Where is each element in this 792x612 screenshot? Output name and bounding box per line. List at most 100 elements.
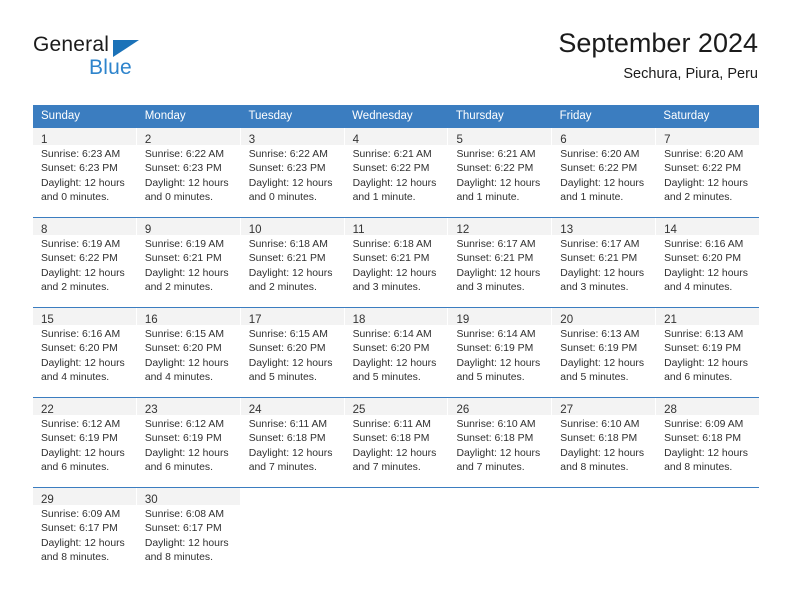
day-details: Sunrise: 6:20 AM Sunset: 6:22 PM Dayligh… (656, 145, 759, 205)
day-details: Sunrise: 6:18 AM Sunset: 6:21 PM Dayligh… (241, 235, 344, 295)
day-number: 10 (248, 224, 262, 236)
daylight-text-line2: and 7 minutes. (248, 461, 317, 473)
calendar-day-cell-26[interactable]: 26 Sunrise: 6:10 AM Sunset: 6:18 PM Dayl… (448, 398, 553, 487)
calendar-day-cell-11[interactable]: 11 Sunrise: 6:18 AM Sunset: 6:21 PM Dayl… (344, 218, 449, 307)
calendar-day-cell-empty (344, 488, 449, 577)
daylight-text-line2: and 5 minutes. (560, 371, 629, 383)
day-number-band: 13 (552, 218, 656, 236)
sunset-text: Sunset: 6:17 PM (41, 523, 118, 535)
day-number-band: 19 (448, 308, 552, 326)
sunset-text: Sunset: 6:21 PM (248, 253, 326, 265)
calendar-day-cell-16[interactable]: 16 Sunrise: 6:15 AM Sunset: 6:20 PM Dayl… (136, 308, 241, 397)
daylight-text-line2: and 0 minutes. (248, 191, 317, 203)
day-number: 16 (144, 314, 158, 326)
daylight-text-line1: Daylight: 12 hours (352, 447, 437, 459)
calendar-day-cell-27[interactable]: 27 Sunrise: 6:10 AM Sunset: 6:18 PM Dayl… (552, 398, 657, 487)
daylight-text-line2: and 5 minutes. (456, 371, 525, 383)
calendar-day-cell-3[interactable]: 3 Sunrise: 6:22 AM Sunset: 6:23 PM Dayli… (240, 128, 345, 217)
day-number: 9 (144, 224, 152, 236)
day-details: Sunrise: 6:17 AM Sunset: 6:21 PM Dayligh… (552, 235, 655, 295)
daylight-text-line1: Daylight: 12 hours (41, 537, 125, 549)
calendar-day-cell-22[interactable]: 22 Sunrise: 6:12 AM Sunset: 6:19 PM Dayl… (33, 398, 137, 487)
calendar-day-cell-2[interactable]: 2 Sunrise: 6:22 AM Sunset: 6:23 PM Dayli… (136, 128, 241, 217)
daylight-text-line1: Daylight: 12 hours (560, 177, 645, 189)
calendar-day-cell-24[interactable]: 24 Sunrise: 6:11 AM Sunset: 6:18 PM Dayl… (240, 398, 345, 487)
calendar-day-cell-17[interactable]: 17 Sunrise: 6:15 AM Sunset: 6:20 PM Dayl… (240, 308, 345, 397)
sunrise-text: Sunrise: 6:21 AM (352, 149, 432, 160)
calendar-day-cell-20[interactable]: 20 Sunrise: 6:13 AM Sunset: 6:19 PM Dayl… (552, 308, 657, 397)
calendar-day-cell-30[interactable]: 30 Sunrise: 6:08 AM Sunset: 6:17 PM Dayl… (136, 488, 241, 577)
day-number: 5 (456, 134, 463, 146)
daylight-text-line1: Daylight: 12 hours (456, 447, 541, 459)
daylight-text-line1: Daylight: 12 hours (41, 267, 125, 279)
day-number: 3 (248, 134, 256, 146)
calendar-day-cell-13[interactable]: 13 Sunrise: 6:17 AM Sunset: 6:21 PM Dayl… (552, 218, 657, 307)
generalblue-logo[interactable]: General Blue (33, 33, 233, 85)
day-number: 23 (144, 404, 158, 416)
calendar-week-row-2: 8 Sunrise: 6:19 AM Sunset: 6:22 PM Dayli… (33, 217, 760, 307)
daylight-text-line2: and 2 minutes. (41, 281, 110, 293)
daylight-text-line2: and 3 minutes. (560, 281, 629, 293)
day-details: Sunrise: 6:11 AM Sunset: 6:18 PM Dayligh… (241, 415, 344, 475)
daylight-text-line2: and 6 minutes. (664, 371, 733, 383)
daylight-text-line2: and 2 minutes. (248, 281, 317, 293)
calendar-day-cell-21[interactable]: 21 Sunrise: 6:13 AM Sunset: 6:19 PM Dayl… (656, 308, 760, 397)
sunset-text: Sunset: 6:18 PM (664, 433, 741, 445)
day-number: 26 (456, 404, 470, 416)
daylight-text-line1: Daylight: 12 hours (664, 447, 748, 459)
calendar-day-cell-15[interactable]: 15 Sunrise: 6:16 AM Sunset: 6:20 PM Dayl… (33, 308, 137, 397)
day-number-band: 20 (552, 308, 656, 326)
daylight-text-line1: Daylight: 12 hours (248, 177, 333, 189)
daylight-text-line2: and 1 minute. (456, 191, 520, 203)
calendar-day-cell-28[interactable]: 28 Sunrise: 6:09 AM Sunset: 6:18 PM Dayl… (656, 398, 760, 487)
calendar-page: General Blue September 2024 Sechura, Piu… (0, 0, 792, 612)
daylight-text-line2: and 3 minutes. (352, 281, 421, 293)
day-number-band: 6 (552, 128, 656, 146)
calendar-day-cell-29[interactable]: 29 Sunrise: 6:09 AM Sunset: 6:17 PM Dayl… (33, 488, 137, 577)
calendar-day-cell-10[interactable]: 10 Sunrise: 6:18 AM Sunset: 6:21 PM Dayl… (240, 218, 345, 307)
calendar-day-cell-6[interactable]: 6 Sunrise: 6:20 AM Sunset: 6:22 PM Dayli… (552, 128, 657, 217)
sunset-text: Sunset: 6:23 PM (144, 163, 222, 175)
day-number: 29 (41, 494, 54, 506)
sunset-text: Sunset: 6:21 PM (144, 253, 222, 265)
title-block: September 2024 Sechura, Piura, Peru (558, 26, 758, 85)
calendar-day-cell-8[interactable]: 8 Sunrise: 6:19 AM Sunset: 6:22 PM Dayli… (33, 218, 137, 307)
day-number: 6 (560, 134, 567, 146)
daylight-text-line2: and 0 minutes. (41, 191, 110, 203)
daylight-text-line1: Daylight: 12 hours (456, 357, 541, 369)
calendar-day-cell-1[interactable]: 1 Sunrise: 6:23 AM Sunset: 6:23 PM Dayli… (33, 128, 137, 217)
day-details: Sunrise: 6:08 AM Sunset: 6:17 PM Dayligh… (137, 505, 240, 565)
calendar-day-cell-18[interactable]: 18 Sunrise: 6:14 AM Sunset: 6:20 PM Dayl… (344, 308, 449, 397)
day-number-band: 12 (448, 218, 552, 236)
logo-text-general: General (33, 33, 110, 56)
day-details: Sunrise: 6:14 AM Sunset: 6:20 PM Dayligh… (345, 325, 448, 385)
day-details: Sunrise: 6:22 AM Sunset: 6:23 PM Dayligh… (137, 145, 240, 205)
day-number-band: 3 (240, 128, 344, 146)
daylight-text-line2: and 4 minutes. (144, 371, 214, 383)
day-number-band: 25 (344, 398, 448, 416)
calendar-day-cell-5[interactable]: 5 Sunrise: 6:21 AM Sunset: 6:22 PM Dayli… (448, 128, 553, 217)
sunrise-text: Sunrise: 6:16 AM (41, 329, 121, 340)
day-details: Sunrise: 6:22 AM Sunset: 6:23 PM Dayligh… (241, 145, 344, 205)
sunrise-text: Sunrise: 6:14 AM (456, 329, 536, 340)
page-subtitle: Sechura, Piura, Peru (623, 66, 758, 82)
calendar-day-cell-9[interactable]: 9 Sunrise: 6:19 AM Sunset: 6:21 PM Dayli… (136, 218, 241, 307)
day-details (448, 505, 551, 508)
calendar-day-cell-12[interactable]: 12 Sunrise: 6:17 AM Sunset: 6:21 PM Dayl… (448, 218, 553, 307)
calendar-day-cell-19[interactable]: 19 Sunrise: 6:14 AM Sunset: 6:19 PM Dayl… (448, 308, 553, 397)
day-number: 19 (456, 314, 470, 326)
calendar-day-cell-23[interactable]: 23 Sunrise: 6:12 AM Sunset: 6:19 PM Dayl… (136, 398, 241, 487)
calendar-day-cell-4[interactable]: 4 Sunrise: 6:21 AM Sunset: 6:22 PM Dayli… (344, 128, 449, 217)
calendar-day-cell-14[interactable]: 14 Sunrise: 6:16 AM Sunset: 6:20 PM Dayl… (656, 218, 760, 307)
day-details: Sunrise: 6:12 AM Sunset: 6:19 PM Dayligh… (137, 415, 240, 475)
calendar-day-cell-25[interactable]: 25 Sunrise: 6:11 AM Sunset: 6:18 PM Dayl… (344, 398, 449, 487)
daylight-text-line1: Daylight: 12 hours (560, 357, 645, 369)
day-details: Sunrise: 6:11 AM Sunset: 6:18 PM Dayligh… (345, 415, 448, 475)
day-number: 17 (248, 314, 262, 326)
daylight-text-line2: and 4 minutes. (41, 371, 110, 383)
calendar-day-cell-7[interactable]: 7 Sunrise: 6:20 AM Sunset: 6:22 PM Dayli… (656, 128, 760, 217)
sunset-text: Sunset: 6:20 PM (664, 253, 741, 265)
sunrise-text: Sunrise: 6:13 AM (664, 329, 744, 340)
daylight-text-line1: Daylight: 12 hours (144, 177, 229, 189)
sunset-text: Sunset: 6:22 PM (560, 163, 638, 175)
